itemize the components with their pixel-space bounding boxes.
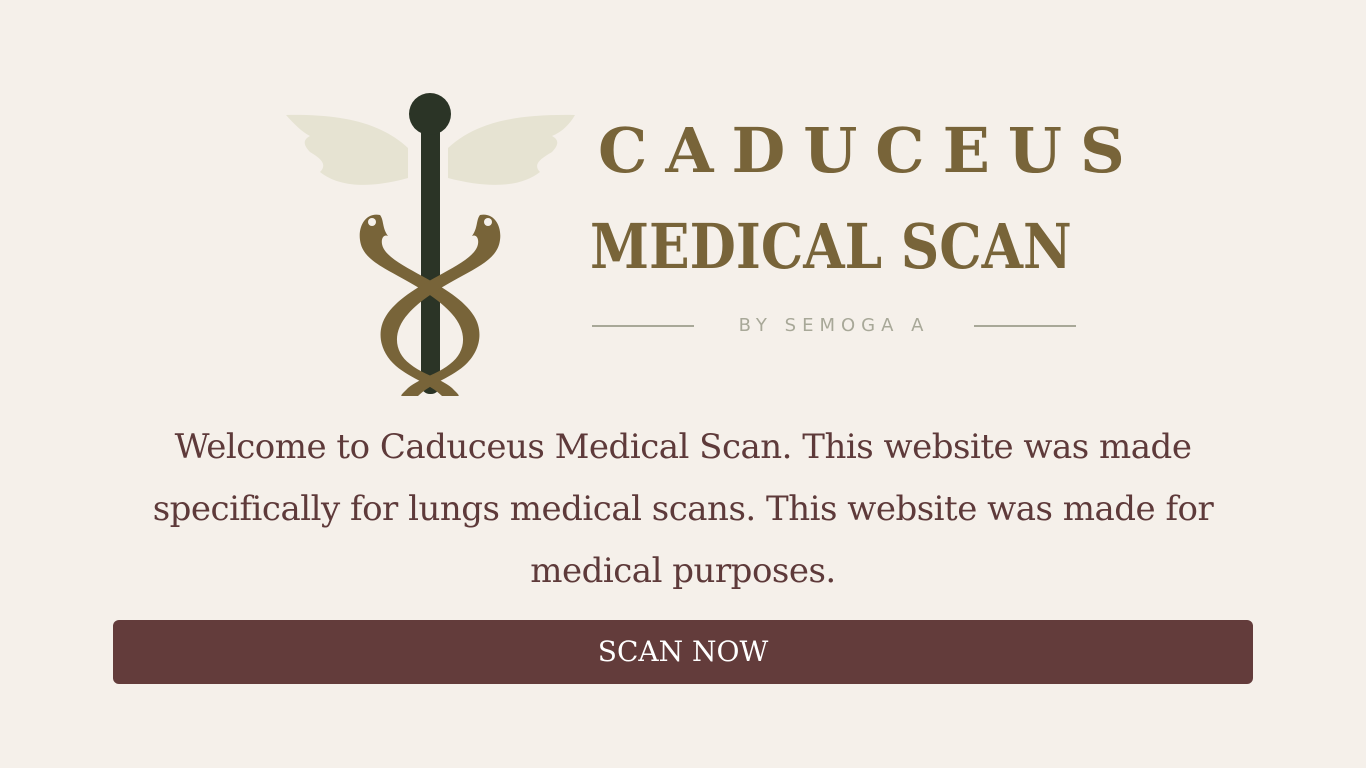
welcome-text: Welcome to Caduceus Medical Scan. This w… <box>152 427 1214 591</box>
brand-subtitle: MEDICAL SCAN <box>590 210 1072 283</box>
scan-now-button[interactable]: SCAN NOW <box>113 620 1253 684</box>
brand-name: CADUCEUS <box>598 114 1143 187</box>
byline: BY SEMOGA A <box>592 314 1076 338</box>
landing-page: CADUCEUS MEDICAL SCAN BY SEMOGA A Welcom… <box>0 0 1366 768</box>
divider <box>974 325 1076 327</box>
caduceus-icon <box>286 93 575 396</box>
logo: CADUCEUS MEDICAL SCAN BY SEMOGA A <box>280 88 1143 400</box>
